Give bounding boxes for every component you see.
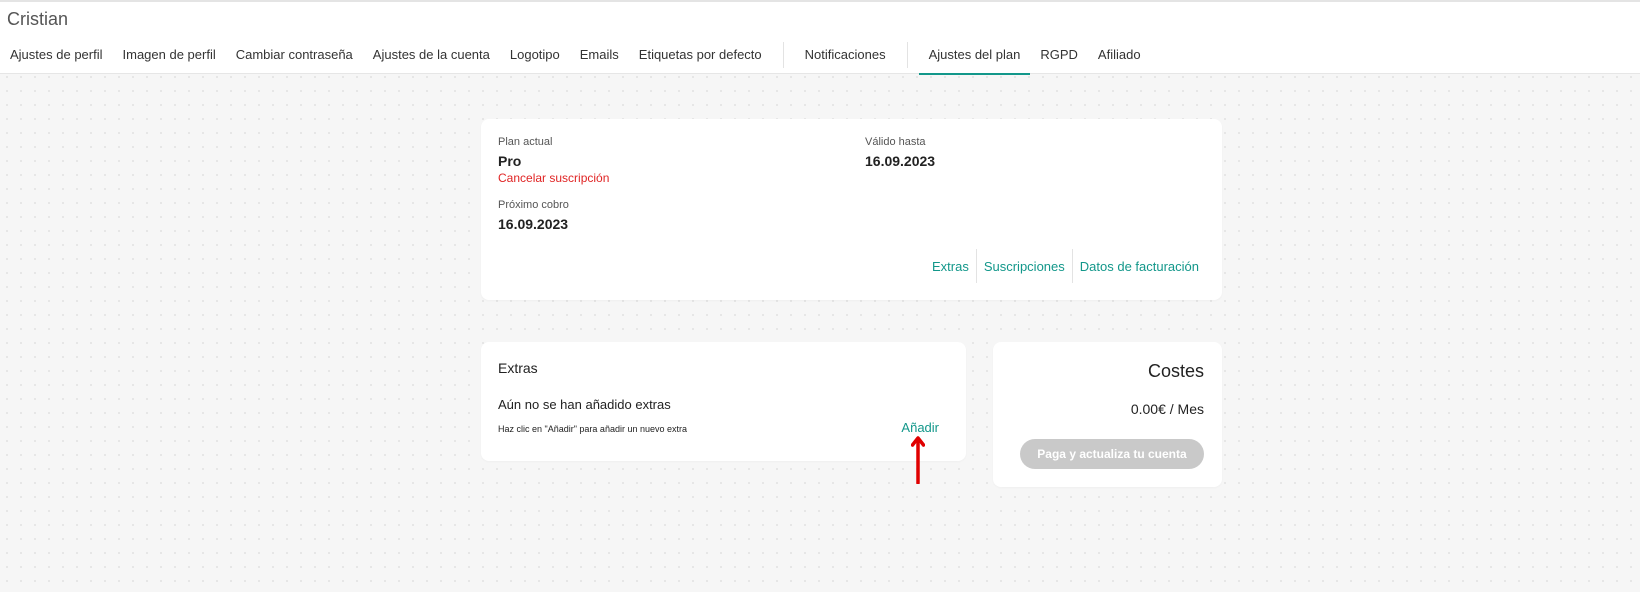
tab-afiliado[interactable]: Afiliado xyxy=(1088,34,1151,75)
tab-ajustes-del-plan[interactable]: Ajustes del plan xyxy=(918,34,1031,75)
tab-notificaciones[interactable]: Notificaciones xyxy=(795,34,896,75)
tab-emails[interactable]: Emails xyxy=(570,34,629,75)
next-charge-label: Próximo cobro xyxy=(498,199,569,211)
tab-ajustes-de-perfil[interactable]: Ajustes de perfil xyxy=(0,34,113,75)
current-plan-value: Pro xyxy=(498,153,522,169)
costs-card: Costes 0.00€ / Mes Paga y actualiza tu c… xyxy=(993,342,1222,487)
current-plan-label: Plan actual xyxy=(498,136,553,148)
extras-hint: Haz clic en "Añadir" para añadir un nuev… xyxy=(498,424,687,434)
extras-title: Extras xyxy=(498,360,538,376)
subscriptions-link[interactable]: Suscripciones xyxy=(975,249,1072,283)
tab-imagen-de-perfil[interactable]: Imagen de perfil xyxy=(113,34,226,75)
tab-divider xyxy=(782,41,784,68)
costs-title: Costes xyxy=(1147,361,1204,381)
billing-data-link[interactable]: Datos de facturación xyxy=(1071,249,1206,283)
tab-etiquetas-por-defecto[interactable]: Etiquetas por defecto xyxy=(629,34,772,75)
valid-until-value: 16.09.2023 xyxy=(865,153,936,169)
red-arrow-up-icon xyxy=(911,436,925,484)
user-name: Cristian xyxy=(7,9,69,29)
pay-and-upgrade-button[interactable]: Paga y actualiza tu cuenta xyxy=(1020,439,1204,469)
tab-rgpd[interactable]: RGPD xyxy=(1030,34,1088,75)
settings-header: Cristian Ajustes de perfil Imagen de per… xyxy=(0,0,1640,75)
valid-until-label: Válido hasta xyxy=(865,136,926,148)
tab-cambiar-contrasena[interactable]: Cambiar contraseña xyxy=(226,34,363,75)
extras-card: Extras Aún no se han añadido extras Haz … xyxy=(481,342,966,461)
tab-divider xyxy=(906,41,908,68)
plan-links: Extras Suscripciones Datos de facturació… xyxy=(925,249,1206,283)
tab-logotipo[interactable]: Logotipo xyxy=(500,34,570,75)
plan-card: Plan actual Pro Cancelar suscripción Vál… xyxy=(481,119,1222,300)
settings-tabs: Ajustes de perfil Imagen de perfil Cambi… xyxy=(0,34,1151,75)
next-charge-value: 16.09.2023 xyxy=(498,216,569,232)
costs-value: 0.00€ / Mes xyxy=(1130,401,1204,417)
add-extra-link[interactable]: Añadir xyxy=(901,420,939,435)
extras-empty-message: Aún no se han añadido extras xyxy=(498,397,671,412)
tab-ajustes-de-la-cuenta[interactable]: Ajustes de la cuenta xyxy=(363,34,500,75)
extras-link[interactable]: Extras xyxy=(925,249,976,283)
cancel-subscription-link[interactable]: Cancelar suscripción xyxy=(498,171,609,185)
